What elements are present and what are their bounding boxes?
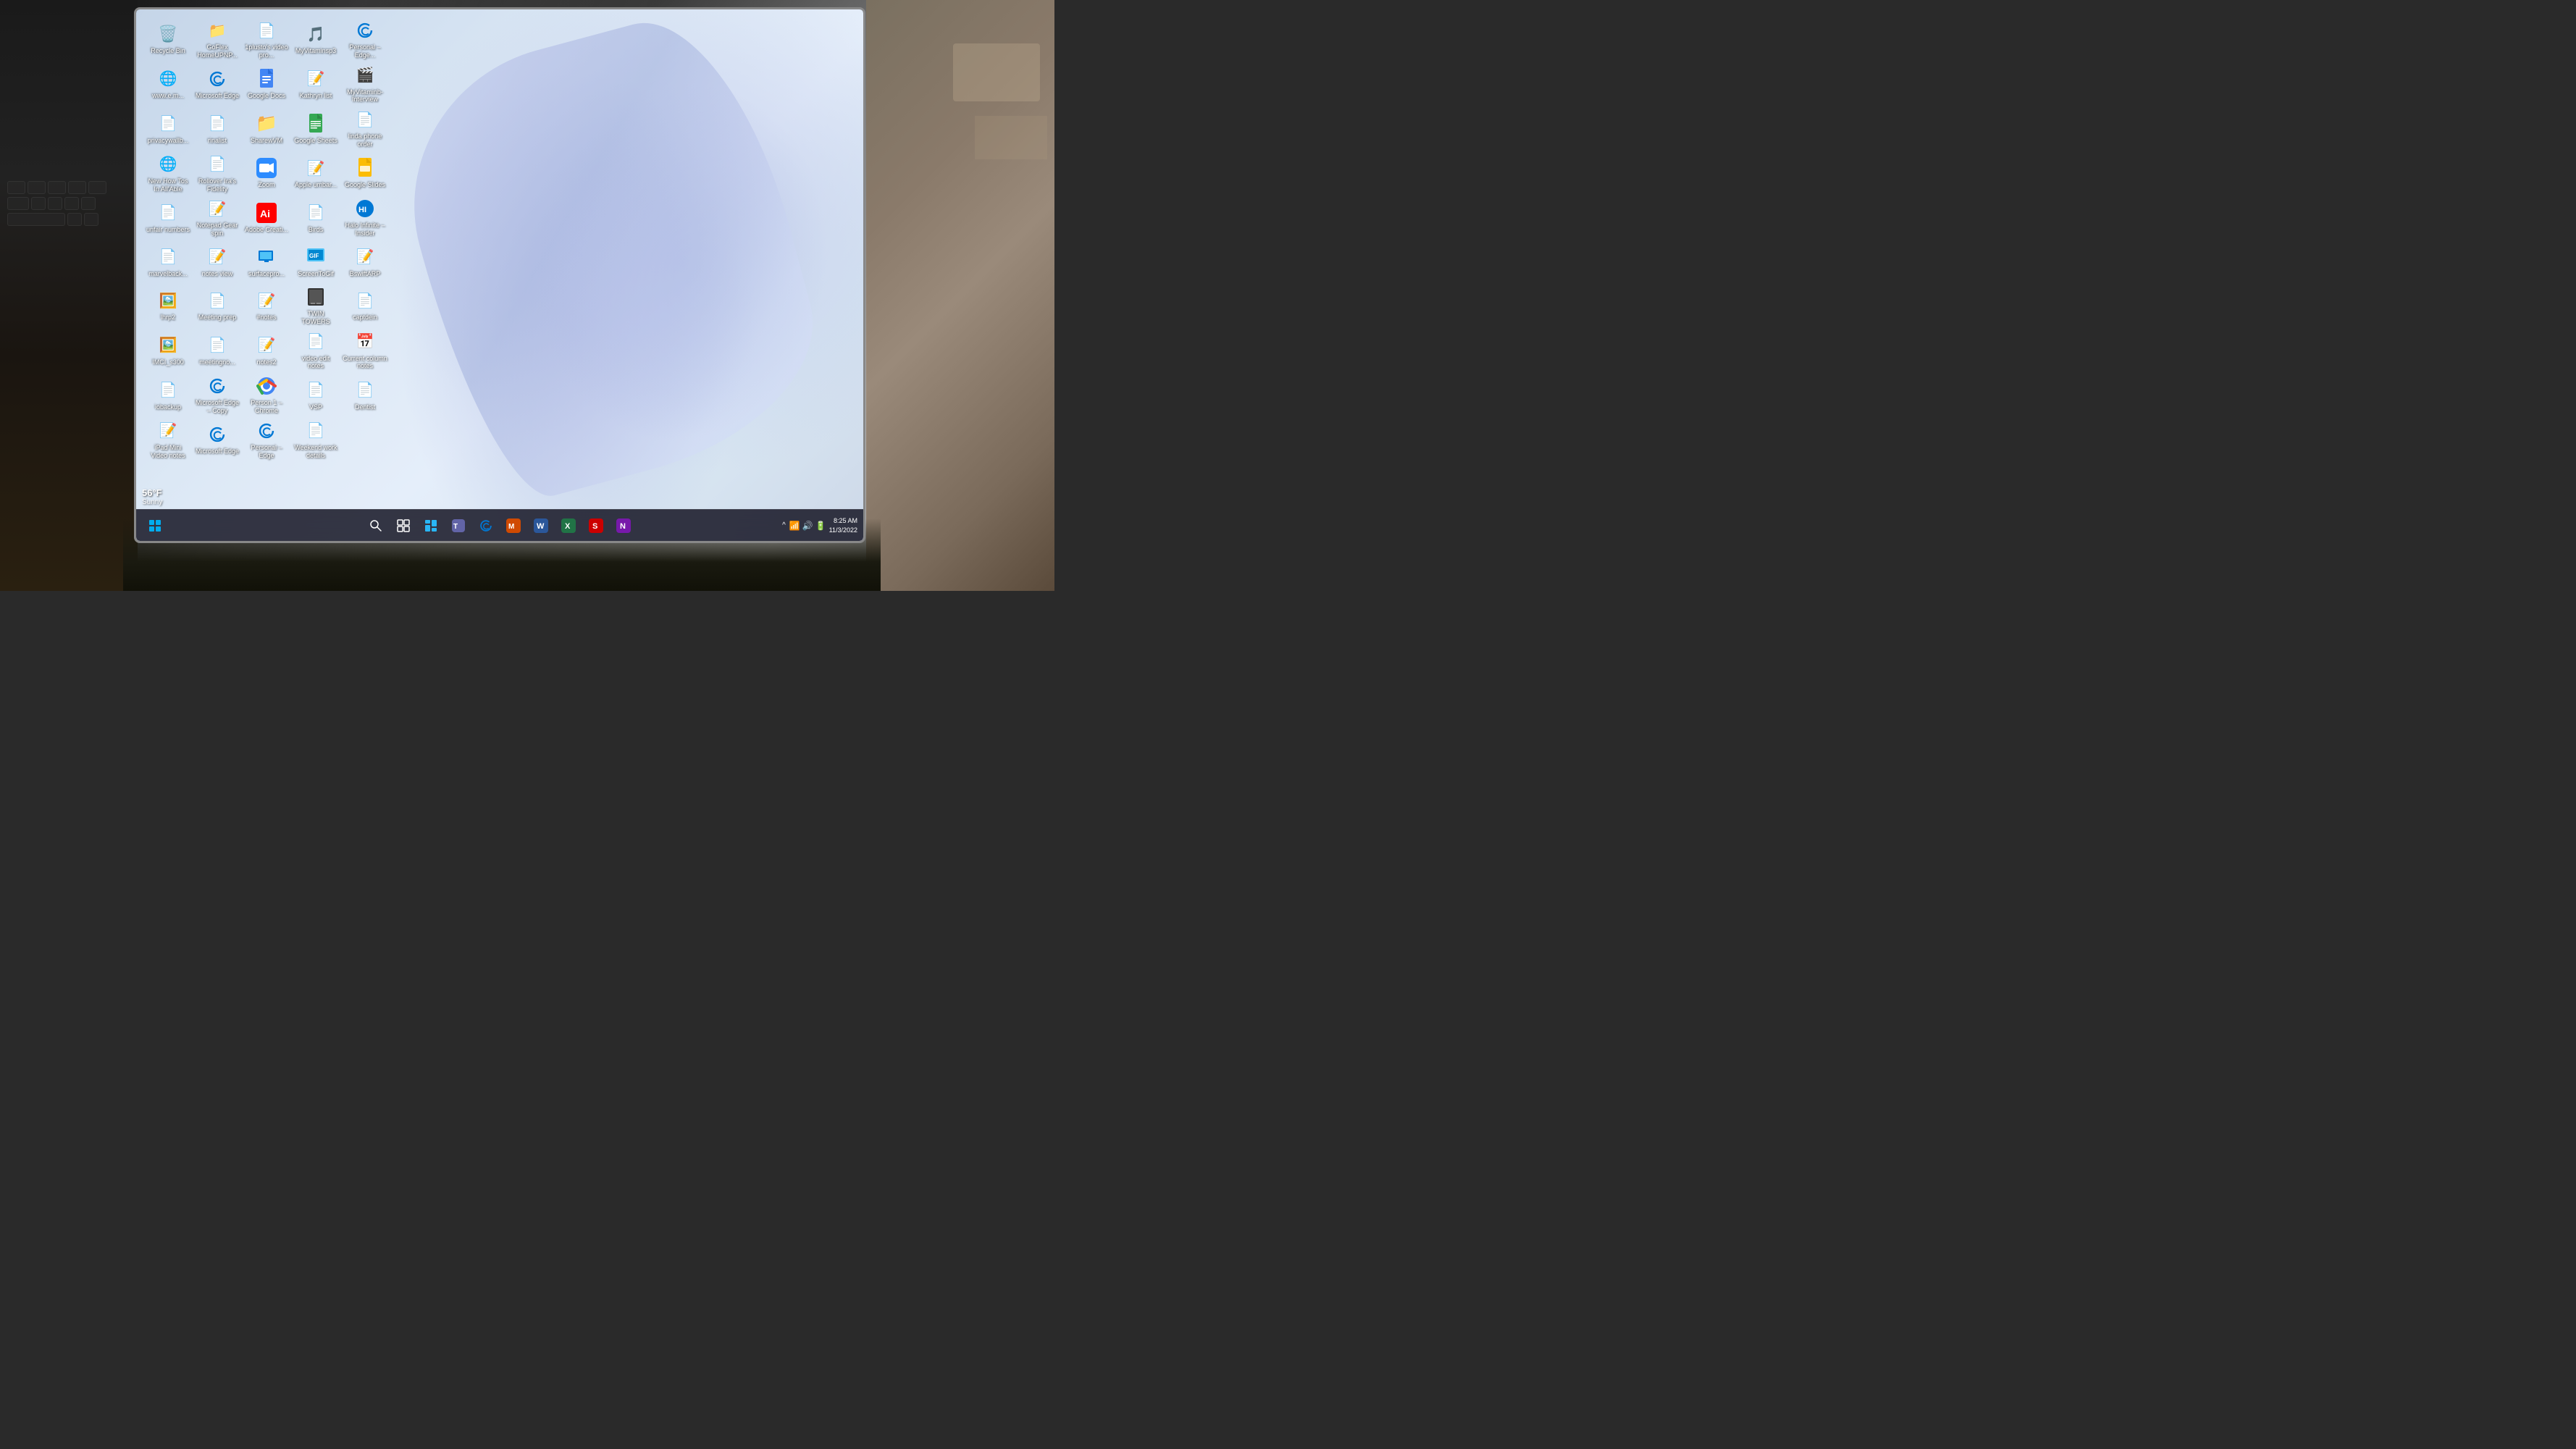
- tray-network-icon[interactable]: 📶: [789, 521, 800, 531]
- icon-notes[interactable]: 📝 #notes: [242, 283, 291, 328]
- icon-apple-umbar[interactable]: 📝 Apple umbar...: [291, 151, 340, 196]
- icon-myvitaminb-interview[interactable]: 🎬 MyVitaminb- Interview: [340, 62, 390, 106]
- icon-notes2[interactable]: 📝 notes2: [242, 328, 291, 373]
- taskbar-word[interactable]: W: [528, 513, 554, 539]
- weather-condition: Sunny: [142, 498, 162, 506]
- tray-battery-icon[interactable]: 🔋: [815, 521, 826, 531]
- icon-www-shortcut[interactable]: 🌐 www.e.m...: [143, 62, 193, 106]
- start-button[interactable]: [142, 513, 168, 539]
- taskbar-center: T M: [363, 513, 637, 539]
- icon-kathryn-list[interactable]: 📝 Kathryn list: [291, 62, 340, 106]
- icon-microsoft-edge[interactable]: Microsoft Edge: [193, 62, 242, 106]
- icon-google-docs[interactable]: Google Docs: [242, 62, 291, 106]
- icon-linda-phone-order[interactable]: 📄 linda phone order: [340, 106, 390, 151]
- svg-text:HI: HI: [358, 206, 366, 214]
- svg-text:X: X: [565, 522, 571, 531]
- icon-google-sheets[interactable]: Google Sheets: [291, 106, 340, 151]
- icon-new-how-tos[interactable]: 🌐 New How Tos In All'Able: [143, 151, 193, 196]
- icon-zoom[interactable]: Zoom: [242, 151, 291, 196]
- weather-temp: 56°F: [142, 487, 162, 498]
- icon-rollover-fidelity[interactable]: 📄 Rollover Ira's Fidelity: [193, 151, 242, 196]
- svg-text:S: S: [592, 522, 597, 531]
- icon-myvitaminsp3[interactable]: 🎵 MyVitaminsp3: [291, 17, 340, 62]
- taskbar: T M: [136, 509, 863, 541]
- icon-lhrp2[interactable]: 🖼️ lhrp2: [143, 283, 193, 328]
- laptop-screen: 🗑️ Recycle Bin 📁 GoFlex HomeUPNP... 📄 1p…: [134, 7, 865, 543]
- svg-text:T: T: [453, 523, 458, 531]
- icon-iobackup[interactable]: 📄 iobackup: [143, 372, 193, 417]
- taskbar-teams[interactable]: T: [445, 513, 471, 539]
- icon-ipad-mini-video[interactable]: 📝 iPad Mini Video notes: [143, 417, 193, 462]
- clock-date: 11/3/2022: [829, 526, 857, 535]
- icon-imci-s300[interactable]: 🖼️ IMCI_s300: [143, 328, 193, 373]
- svg-text:GIF: GIF: [309, 253, 319, 259]
- sys-tray-icons: ^ 📶 🔊 🔋: [781, 521, 826, 531]
- icon-notes-view[interactable]: 📝 notes view: [193, 240, 242, 283]
- taskbar-edge[interactable]: [473, 513, 499, 539]
- icon-surfacepro[interactable]: surfacepro...: [242, 240, 291, 283]
- icon-meeting-prep[interactable]: 📄 Meeting prep: [193, 283, 242, 328]
- icon-sharewvm[interactable]: 📁 SharewVM: [242, 106, 291, 151]
- photo-background: 🗑️ Recycle Bin 📁 GoFlex HomeUPNP... 📄 1p…: [0, 0, 1054, 591]
- taskbar-widgets[interactable]: [418, 513, 444, 539]
- icon-unfair-numbers[interactable]: 📄 unfair numbers: [143, 195, 193, 240]
- icon-google-slides[interactable]: Google Slides: [340, 151, 390, 196]
- icon-recycle-bin[interactable]: 🗑️ Recycle Bin: [143, 17, 193, 62]
- taskbar-search[interactable]: [363, 513, 389, 539]
- icon-twin-towers[interactable]: TWIN TOWERS: [291, 283, 340, 328]
- taskbar-excel[interactable]: X: [555, 513, 582, 539]
- icon-personal-edge[interactable]: Personal – Edge: [242, 417, 291, 462]
- tray-volume-icon[interactable]: 🔊: [802, 521, 813, 531]
- icon-marvelback[interactable]: 📄 marvelback...: [143, 240, 193, 283]
- svg-text:M: M: [508, 523, 514, 531]
- icon-captdein[interactable]: 📄 captdein: [340, 283, 390, 328]
- clock-display[interactable]: 8:25 AM 11/3/2022: [829, 516, 857, 534]
- icon-notepad-gear-spin[interactable]: 📝 Notepad Gear spin: [193, 195, 242, 240]
- icon-microsoft-edge-9[interactable]: Microsoft Edge: [193, 417, 242, 462]
- taskbar-task-view[interactable]: [390, 513, 416, 539]
- taskbar-scratch[interactable]: S: [583, 513, 609, 539]
- icon-video-pro[interactable]: 📄 1plusto's video pro...: [242, 17, 291, 62]
- clock-time: 8:25 AM: [829, 516, 857, 526]
- icon-dentist[interactable]: 📄 Dentist: [340, 372, 390, 417]
- icon-goflex[interactable]: 📁 GoFlex HomeUPNP...: [193, 17, 242, 62]
- icon-rinalist[interactable]: 📄 rinalist: [193, 106, 242, 151]
- icon-current-column-notes[interactable]: 📅 Current column notes: [340, 328, 390, 373]
- svg-text:Ai: Ai: [260, 208, 270, 219]
- tray-chevron[interactable]: ^: [781, 521, 787, 529]
- icon-person-chrome[interactable]: Person 1 – Chrome: [242, 372, 291, 417]
- icon-adobe-creative[interactable]: Ai Adobe Creati...: [242, 195, 291, 240]
- icon-bswiftarp[interactable]: 📝 BswiftARP: [340, 240, 390, 283]
- system-tray: ^ 📶 🔊 🔋 8:25 AM 11/3/2022: [781, 516, 857, 534]
- icon-meetingno[interactable]: 📄 meetingno...: [193, 328, 242, 373]
- svg-text:W: W: [537, 522, 545, 531]
- left-keyboard-area: [0, 0, 138, 591]
- desktop-icons-container: 🗑️ Recycle Bin 📁 GoFlex HomeUPNP... 📄 1p…: [143, 17, 419, 516]
- svg-text:N: N: [620, 522, 626, 531]
- icon-privacywallb[interactable]: 📄 privacywallb...: [143, 106, 193, 151]
- weather-widget[interactable]: 56°F Sunny: [136, 484, 168, 509]
- icon-screentogif[interactable]: GIF ScreenToGif: [291, 240, 340, 283]
- icon-halo-infinite[interactable]: HI Halo Infinite – Insider: [340, 195, 390, 240]
- icon-weekend-work[interactable]: 📄 Weekend work details: [291, 417, 340, 462]
- icon-birds[interactable]: 📄 Birds: [291, 195, 340, 240]
- icon-video-edit-notes[interactable]: 📄 video edit notes: [291, 328, 340, 373]
- icon-personal-edge-fav[interactable]: Personal – Edge...: [340, 17, 390, 62]
- icon-microsoft-edge-copy[interactable]: Microsoft Edge – Copy: [193, 372, 242, 417]
- taskbar-office[interactable]: M: [500, 513, 526, 539]
- taskbar-onenote[interactable]: N: [611, 513, 637, 539]
- icon-vsp[interactable]: 📄 VSP: [291, 372, 340, 417]
- right-bg-area: [866, 0, 1054, 591]
